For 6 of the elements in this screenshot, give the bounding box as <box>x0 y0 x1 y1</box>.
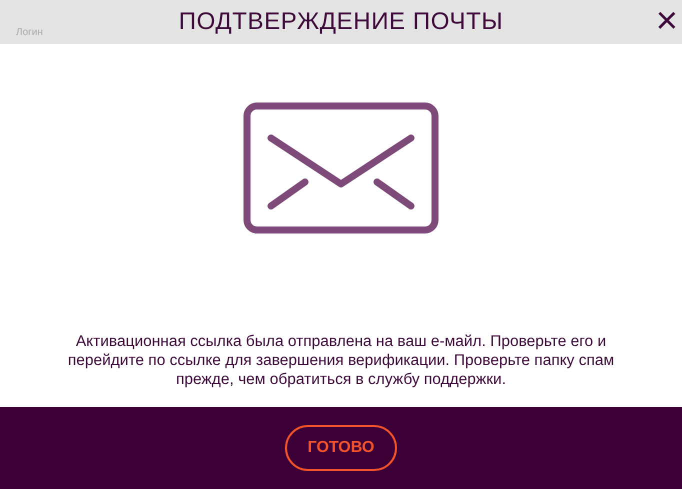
done-button[interactable]: ГОТОВО <box>285 425 397 471</box>
close-button[interactable]: × <box>656 2 678 40</box>
dialog-title: ПОДТВЕРЖДЕНИЕ ПОЧТЫ <box>178 7 504 37</box>
message-text: Активационная ссылка была отправлена на ваш е-майл. Проверьте его и перейдите по ссылке для завершения верификации. Проверьте папку спам прежде, чем обратиться в службу поддержки. <box>66 332 616 389</box>
login-label: Логин <box>16 26 43 40</box>
envelope-icon <box>243 102 439 234</box>
